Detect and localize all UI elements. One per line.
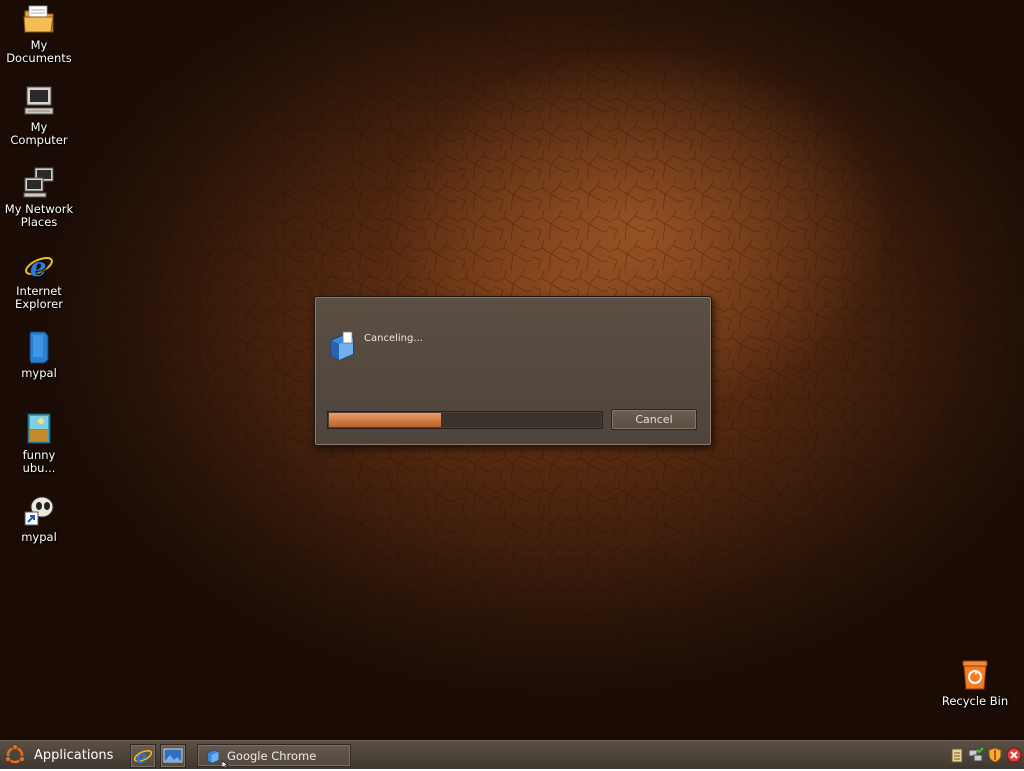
network-icon[interactable] <box>968 747 984 763</box>
desktop-icon-label: mypal <box>21 366 57 380</box>
quick-launch-show-desktop[interactable] <box>160 744 186 768</box>
desktop-icon-internet-explorer[interactable]: e Internet Explorer <box>1 248 77 311</box>
desktop-icon-my-documents[interactable]: My Documents <box>1 2 77 65</box>
mouse-pointer-icon <box>222 761 229 768</box>
desktop-icon-label: Explorer <box>15 297 63 311</box>
setup-installer-icon <box>207 749 219 763</box>
progress-bar-fill <box>329 413 441 427</box>
system-tray <box>949 745 1022 765</box>
image-file-icon <box>27 413 51 444</box>
setup-installer-icon <box>330 331 354 361</box>
progress-bar <box>327 411 603 429</box>
recycle-bin-icon <box>962 660 988 690</box>
desktop-icon-label: Documents <box>6 51 72 65</box>
desktop-icon-my-network-places[interactable]: My Network Places <box>1 166 77 229</box>
computer-icon <box>24 86 54 115</box>
desktop-icon-label: ubu... <box>22 461 56 475</box>
internet-explorer-icon: e <box>25 253 53 282</box>
desktop-icon-funny-ubuntu[interactable]: funny ubu... <box>1 412 77 475</box>
svg-text:e: e <box>136 748 147 767</box>
taskbar-task-google-chrome[interactable]: Google Chrome <box>197 744 351 767</box>
desktop-icon-mypal[interactable]: mypal <box>1 330 77 380</box>
mypal-app-icon <box>29 331 49 364</box>
cancel-button[interactable]: Cancel <box>611 409 697 430</box>
mypal-shortcut-icon <box>24 496 54 526</box>
network-places-icon <box>23 167 54 198</box>
quick-launch-internet-explorer[interactable]: e <box>130 744 156 768</box>
security-shield-icon[interactable] <box>987 747 1003 763</box>
clipboard-icon[interactable] <box>949 747 965 763</box>
cancel-progress-dialog: Canceling... Cancel <box>314 296 712 446</box>
desktop-icon-mypal-shortcut[interactable]: mypal <box>1 494 77 544</box>
desktop-wallpaper: My Documents My Computer My Network Plac… <box>0 0 1024 740</box>
task-label: Google Chrome <box>227 748 317 763</box>
show-desktop-icon <box>163 748 183 763</box>
folder-documents-icon <box>23 5 54 33</box>
internet-explorer-icon: e <box>133 748 153 768</box>
desktop-icon-label: Places <box>20 215 58 229</box>
close-circle-icon[interactable] <box>1006 747 1022 763</box>
desktop-icon-recycle-bin[interactable]: Recycle Bin <box>937 658 1013 708</box>
desktop-icon-label: Recycle Bin <box>941 694 1009 708</box>
applications-menu-button[interactable]: Applications <box>4 743 120 767</box>
taskbar: Applications e Google Chrome <box>0 740 1024 769</box>
desktop-icon-label: Computer <box>10 133 68 147</box>
dialog-status-text: Canceling... <box>364 333 423 344</box>
desktop-icon-my-computer[interactable]: My Computer <box>1 84 77 147</box>
applications-label: Applications <box>34 747 114 763</box>
ubuntu-logo-icon <box>4 744 26 764</box>
desktop-icon-label: mypal <box>21 530 57 544</box>
svg-text:e: e <box>30 253 47 282</box>
